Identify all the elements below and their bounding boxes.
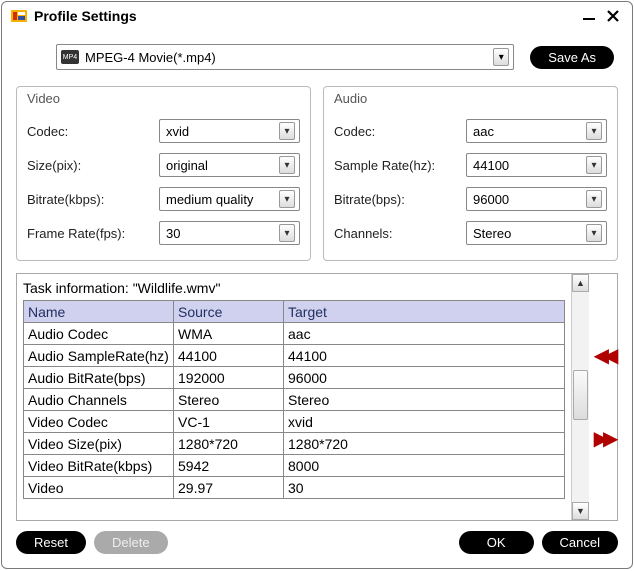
cell-target: 44100 — [284, 345, 565, 367]
table-row[interactable]: Audio ChannelsStereoStereo — [24, 389, 565, 411]
table-row[interactable]: Video CodecVC-1xvid — [24, 411, 565, 433]
close-button[interactable] — [602, 7, 624, 25]
video-framerate-value: 30 — [166, 226, 279, 241]
col-source[interactable]: Source — [174, 301, 284, 323]
cell-source: 5942 — [174, 455, 284, 477]
app-icon — [10, 7, 28, 25]
audio-samplerate-value: 44100 — [473, 158, 586, 173]
chevron-down-icon: ▾ — [586, 190, 602, 208]
audio-samplerate-label: Sample Rate(hz): — [334, 158, 466, 173]
cell-name: Audio Codec — [24, 323, 174, 345]
cell-target: aac — [284, 323, 565, 345]
format-label: MPEG-4 Movie(*.mp4) — [85, 50, 493, 65]
video-size-label: Size(pix): — [27, 158, 159, 173]
table-row[interactable]: Audio BitRate(bps)19200096000 — [24, 367, 565, 389]
scroll-down-icon[interactable]: ▼ — [572, 502, 589, 520]
cell-target: 96000 — [284, 367, 565, 389]
cell-source: 1280*720 — [174, 433, 284, 455]
minimize-button[interactable] — [578, 7, 600, 25]
chevron-down-icon: ▾ — [586, 156, 602, 174]
task-info-table: Name Source Target Audio CodecWMAaacAudi… — [23, 300, 565, 499]
delete-button[interactable]: Delete — [94, 531, 168, 554]
cell-name: Video Codec — [24, 411, 174, 433]
cell-source: 29.97 — [174, 477, 284, 499]
table-row[interactable]: Video Size(pix)1280*7201280*720 — [24, 433, 565, 455]
profile-settings-window: Profile Settings MP4 MPEG-4 Movie(*.mp4)… — [1, 1, 633, 569]
cell-source: 44100 — [174, 345, 284, 367]
video-bitrate-label: Bitrate(kbps): — [27, 192, 159, 207]
col-name[interactable]: Name — [24, 301, 174, 323]
video-codec-select[interactable]: xvid ▾ — [159, 119, 300, 143]
audio-codec-select[interactable]: aac ▾ — [466, 119, 607, 143]
scroll-thumb[interactable] — [573, 370, 588, 420]
window-title: Profile Settings — [34, 8, 137, 24]
cell-target: xvid — [284, 411, 565, 433]
cell-source: Stereo — [174, 389, 284, 411]
table-row[interactable]: Audio SampleRate(hz)4410044100 — [24, 345, 565, 367]
video-panel-title: Video — [27, 91, 300, 106]
col-target[interactable]: Target — [284, 301, 565, 323]
cell-target: Stereo — [284, 389, 565, 411]
mp4-icon: MP4 — [61, 50, 79, 64]
chevron-down-icon: ▾ — [586, 224, 602, 242]
audio-samplerate-select[interactable]: 44100 ▾ — [466, 153, 607, 177]
chevron-down-icon: ▾ — [279, 156, 295, 174]
chevron-down-icon: ▾ — [493, 48, 509, 66]
video-size-value: original — [166, 158, 279, 173]
ok-button[interactable]: OK — [459, 531, 534, 554]
prev-task-button[interactable]: ◀◀ — [594, 343, 613, 368]
cell-target: 1280*720 — [284, 433, 565, 455]
video-bitrate-select[interactable]: medium quality ▾ — [159, 187, 300, 211]
cell-source: WMA — [174, 323, 284, 345]
audio-codec-label: Codec: — [334, 124, 466, 139]
footer: Reset Delete OK Cancel — [2, 521, 632, 566]
cell-name: Audio Channels — [24, 389, 174, 411]
chevron-down-icon: ▾ — [279, 190, 295, 208]
cell-target: 8000 — [284, 455, 565, 477]
cell-name: Video Size(pix) — [24, 433, 174, 455]
audio-channels-select[interactable]: Stereo ▾ — [466, 221, 607, 245]
audio-bitrate-select[interactable]: 96000 ▾ — [466, 187, 607, 211]
audio-channels-value: Stereo — [473, 226, 586, 241]
video-size-select[interactable]: original ▾ — [159, 153, 300, 177]
cell-source: 192000 — [174, 367, 284, 389]
task-info-title: Task information: "Wildlife.wmv" — [23, 280, 565, 296]
task-info-area: Task information: "Wildlife.wmv" Name So… — [16, 273, 618, 521]
scroll-track[interactable] — [572, 292, 589, 502]
video-framerate-select[interactable]: 30 ▾ — [159, 221, 300, 245]
video-bitrate-value: medium quality — [166, 192, 279, 207]
table-row[interactable]: Video BitRate(kbps)59428000 — [24, 455, 565, 477]
cell-source: VC-1 — [174, 411, 284, 433]
audio-bitrate-label: Bitrate(bps): — [334, 192, 466, 207]
video-codec-label: Codec: — [27, 124, 159, 139]
cell-name: Audio BitRate(bps) — [24, 367, 174, 389]
cell-target: 30 — [284, 477, 565, 499]
video-framerate-label: Frame Rate(fps): — [27, 226, 159, 241]
audio-bitrate-value: 96000 — [473, 192, 586, 207]
reset-button[interactable]: Reset — [16, 531, 86, 554]
audio-codec-value: aac — [473, 124, 586, 139]
scrollbar[interactable]: ▲ ▼ — [571, 274, 589, 520]
scroll-up-icon[interactable]: ▲ — [572, 274, 589, 292]
chevron-down-icon: ▾ — [279, 224, 295, 242]
cell-name: Video — [24, 477, 174, 499]
titlebar: Profile Settings — [2, 2, 632, 30]
cell-name: Audio SampleRate(hz) — [24, 345, 174, 367]
audio-channels-label: Channels: — [334, 226, 466, 241]
next-task-button[interactable]: ▶▶ — [594, 426, 613, 451]
cell-name: Video BitRate(kbps) — [24, 455, 174, 477]
output-format-select[interactable]: MP4 MPEG-4 Movie(*.mp4) ▾ — [56, 44, 514, 70]
save-as-button[interactable]: Save As — [530, 46, 614, 69]
table-row[interactable]: Video29.9730 — [24, 477, 565, 499]
video-codec-value: xvid — [166, 124, 279, 139]
chevron-down-icon: ▾ — [279, 122, 295, 140]
audio-panel-title: Audio — [334, 91, 607, 106]
audio-panel: Audio Codec: aac ▾ Sample Rate(hz): 4410… — [323, 86, 618, 261]
table-row[interactable]: Audio CodecWMAaac — [24, 323, 565, 345]
chevron-down-icon: ▾ — [586, 122, 602, 140]
video-panel: Video Codec: xvid ▾ Size(pix): original … — [16, 86, 311, 261]
cancel-button[interactable]: Cancel — [542, 531, 618, 554]
